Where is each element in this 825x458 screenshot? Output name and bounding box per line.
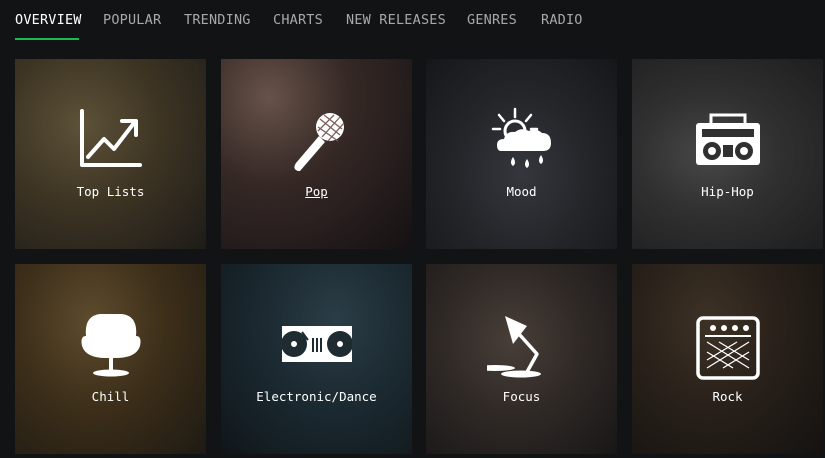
nav-tab-trending[interactable]: TRENDING — [184, 12, 251, 28]
microphone-icon — [293, 113, 344, 171]
nav-tab-charts[interactable]: CHARTS — [273, 12, 323, 28]
nav-tab-popular[interactable]: POPULAR — [103, 12, 161, 28]
category-tile-hip-hop[interactable]: Hip-Hop — [632, 59, 823, 249]
sun-rain-cloud-icon — [491, 107, 551, 168]
category-tile-chill[interactable]: Chill — [15, 264, 206, 454]
nav-tab-genres[interactable]: GENRES — [467, 12, 517, 28]
guitar-amplifier-icon — [695, 316, 760, 380]
top-navigation: OVERVIEW POPULAR TRENDING CHARTS NEW REL… — [0, 0, 825, 44]
category-tile-electronic-dance[interactable]: Electronic/Dance — [221, 264, 412, 454]
egg-chair-icon — [81, 314, 140, 377]
boombox-icon — [695, 113, 760, 165]
nav-tab-radio[interactable]: RADIO — [541, 12, 583, 28]
nav-tab-overview[interactable]: OVERVIEW — [15, 12, 82, 28]
desk-lamp-icon — [486, 316, 541, 378]
tile-label: Rock — [712, 389, 743, 404]
tile-label: Focus — [502, 389, 541, 404]
tile-label: Chill — [91, 389, 130, 404]
category-tile-rock[interactable]: Rock — [632, 264, 823, 454]
tile-label: Mood — [506, 184, 537, 199]
tile-label: Top Lists — [76, 184, 145, 199]
tile-label: Pop — [305, 184, 328, 199]
category-tile-focus[interactable]: Focus — [426, 264, 617, 454]
category-tile-top-lists[interactable]: Top Lists — [15, 59, 206, 249]
tile-label: Electronic/Dance — [256, 389, 377, 404]
turntables-mixer-icon — [281, 326, 352, 362]
category-tile-mood[interactable]: Mood — [426, 59, 617, 249]
nav-tab-new-releases[interactable]: NEW RELEASES — [346, 12, 446, 28]
category-tile-pop[interactable]: Pop — [221, 59, 412, 249]
trending-chart-icon — [79, 109, 142, 167]
active-tab-indicator — [15, 38, 79, 40]
tile-label: Hip-Hop — [701, 184, 754, 199]
